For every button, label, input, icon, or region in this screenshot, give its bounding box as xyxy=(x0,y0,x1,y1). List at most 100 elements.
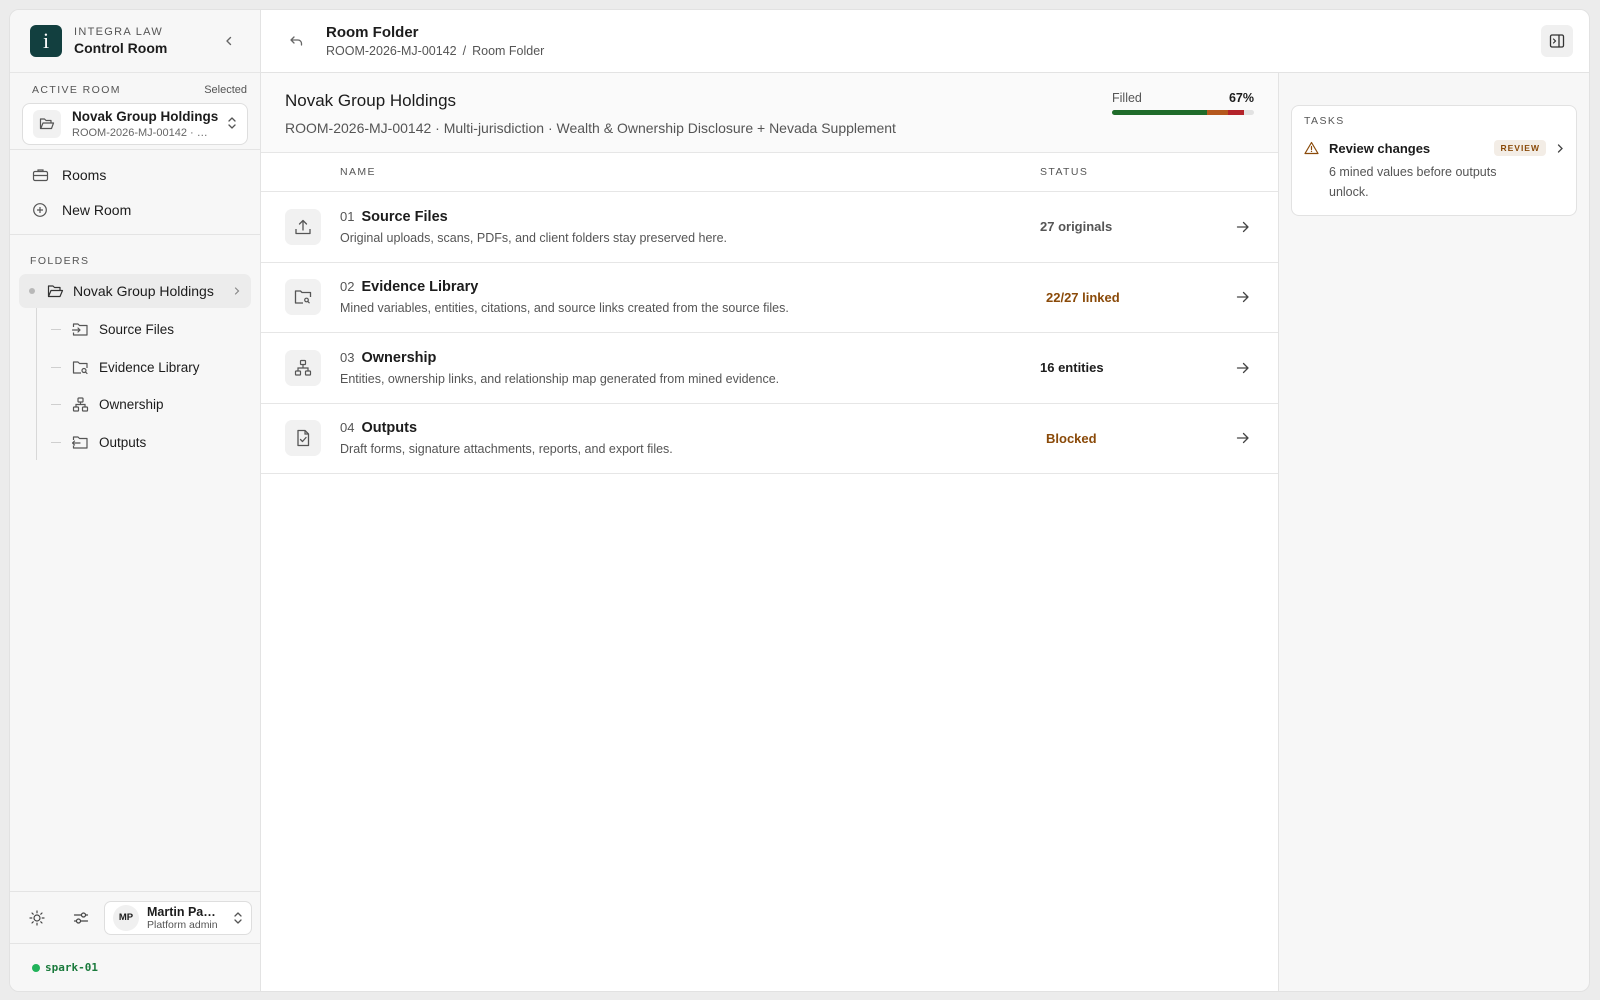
table-row[interactable]: 04 Outputs Draft forms, signature attach… xyxy=(261,404,1278,474)
fill-label: Filled xyxy=(1112,91,1142,105)
arrow-right-icon[interactable] xyxy=(1236,220,1250,234)
fill-segment-red xyxy=(1228,110,1245,115)
nav-new-room[interactable]: New Room xyxy=(22,192,248,227)
sliders-icon xyxy=(73,911,89,924)
row-name: Source Files xyxy=(361,208,448,225)
user-row: MP Martin Pagnotta Platform admin xyxy=(10,891,260,943)
active-room-id: ROOM-2026-MJ-00142 · Multi-jurisdiction xyxy=(72,127,210,139)
folder-root-item[interactable]: Novak Group Holdings xyxy=(19,274,251,308)
active-room-selector[interactable]: Novak Group Holdings ROOM-2026-MJ-00142 … xyxy=(22,103,248,145)
row-description: Original uploads, scans, PDFs, and clien… xyxy=(340,230,727,245)
row-text: 02 Evidence Library Mined variables, ent… xyxy=(340,279,1040,315)
table-row[interactable]: 01 Source Files Original uploads, scans,… xyxy=(261,192,1278,263)
sidebar-footer: MP Martin Pagnotta Platform admin spark-… xyxy=(10,891,260,991)
folder-root-dot xyxy=(29,288,35,294)
sun-icon xyxy=(29,909,45,926)
user-name: Martin Pagnotta xyxy=(147,904,223,919)
undo-arrow-icon xyxy=(290,36,303,46)
folder-item-evidence-library[interactable]: Evidence Library xyxy=(36,349,260,387)
task-description: 6 mined values before outputs unlock. xyxy=(1329,165,1497,199)
folder-item-outputs[interactable]: Outputs xyxy=(36,424,260,462)
nav-rooms[interactable]: Rooms xyxy=(22,157,248,192)
folders-section: FOLDERS xyxy=(10,235,260,267)
chevron-left-icon xyxy=(226,36,232,46)
settings-button[interactable] xyxy=(70,907,92,929)
brand-org: INTEGRA LAW xyxy=(74,26,164,38)
tree-connector xyxy=(51,366,61,368)
arrow-right-icon[interactable] xyxy=(1236,290,1250,304)
upload-icon xyxy=(285,208,321,245)
column-status-header: STATUS xyxy=(1040,166,1089,178)
folder-title: Novak Group Holdings xyxy=(285,91,457,110)
fill-segment-orange xyxy=(1207,110,1229,115)
breadcrumb-page: Room Folder xyxy=(472,44,545,58)
folder-panel: Novak Group Holdings ROOM-2026-MJ-00142 … xyxy=(261,73,1279,991)
tree-connector xyxy=(51,404,61,406)
row-description: Mined variables, entities, citations, an… xyxy=(340,301,789,316)
brand-name: Control Room xyxy=(74,40,168,56)
row-title: 02 Evidence Library xyxy=(340,279,1040,295)
folder-header-text: Novak Group Holdings ROOM-2026-MJ-00142 … xyxy=(285,91,1112,152)
folder-output-icon xyxy=(72,435,89,450)
folder-subtitle: ROOM-2026-MJ-00142 · Multi-jurisdiction … xyxy=(285,120,896,136)
theme-toggle-button[interactable] xyxy=(26,907,48,929)
environment-indicator: spark-01 xyxy=(10,943,260,991)
fill-percent: 67% xyxy=(1228,91,1254,105)
row-description: Entities, ownership links, and relations… xyxy=(340,371,780,386)
folder-item-label: Outputs xyxy=(99,434,147,450)
folder-search-icon xyxy=(285,279,321,316)
breadcrumb-room[interactable]: ROOM-2026-MJ-00142 xyxy=(326,44,457,58)
brand-logo: i xyxy=(30,25,62,57)
row-status: Blocked xyxy=(1046,430,1097,446)
folder-item-ownership[interactable]: Ownership xyxy=(36,386,260,424)
row-name: Ownership xyxy=(361,349,437,366)
chevron-right-icon xyxy=(1556,143,1564,154)
fill-segment-green xyxy=(1112,110,1208,115)
table-header: NAME STATUS xyxy=(261,153,1278,192)
row-title: 01 Source Files xyxy=(340,209,1040,225)
folder-header: Novak Group Holdings ROOM-2026-MJ-00142 … xyxy=(261,73,1278,153)
row-name: Evidence Library xyxy=(361,279,479,296)
row-name: Outputs xyxy=(361,420,418,437)
active-room-text: Novak Group Holdings ROOM-2026-MJ-00142 … xyxy=(72,109,227,139)
sidebar: i INTEGRA LAW Control Room ACTIVE ROOM S… xyxy=(10,10,261,991)
fill-progress-bar xyxy=(1112,110,1254,115)
user-menu[interactable]: MP Martin Pagnotta Platform admin xyxy=(104,900,252,935)
page-title: Room Folder xyxy=(326,24,419,41)
selected-text: Selected xyxy=(204,84,247,96)
table-row[interactable]: 02 Evidence Library Mined variables, ent… xyxy=(261,263,1278,333)
breadcrumb-separator: / xyxy=(462,44,467,58)
fill-progress: Filled 67% xyxy=(1112,91,1254,152)
table-row[interactable]: 03 Ownership Entities, ownership links, … xyxy=(261,333,1278,404)
task-header: Review changes REVIEW xyxy=(1329,140,1564,156)
user-role: Platform admin xyxy=(147,918,218,931)
collapse-sidebar-button[interactable] xyxy=(218,30,240,52)
folder-open-icon xyxy=(33,110,61,138)
active-room-name: Novak Group Holdings xyxy=(72,109,219,124)
row-text: 03 Ownership Entities, ownership links, … xyxy=(340,350,1040,386)
task-body: Review changes REVIEW 6 mined values bef… xyxy=(1329,140,1564,202)
row-status: 22/27 linked xyxy=(1046,289,1120,305)
back-button[interactable] xyxy=(289,34,309,48)
env-status-dot xyxy=(32,963,40,972)
column-name-header: NAME xyxy=(340,166,376,178)
folder-item-label: Source Files xyxy=(99,322,175,338)
arrow-right-icon[interactable] xyxy=(1236,431,1250,445)
nav-new-room-label: New Room xyxy=(62,201,132,218)
arrow-right-icon[interactable] xyxy=(1236,361,1250,375)
active-room-header: ACTIVE ROOM Selected xyxy=(10,73,260,96)
row-title: 03 Ownership xyxy=(340,350,1040,366)
tree-connector xyxy=(51,441,61,443)
folder-item-source-files[interactable]: Source Files xyxy=(36,311,260,349)
folder-item-label: Ownership xyxy=(99,397,164,413)
nav-rooms-label: Rooms xyxy=(62,166,107,183)
folder-item-label: Evidence Library xyxy=(99,359,200,375)
toggle-right-panel-button[interactable] xyxy=(1541,25,1573,57)
row-status: 27 originals xyxy=(1040,219,1113,235)
folder-subtree: Source Files Evidence Library Ownership xyxy=(36,308,260,461)
row-title: 04 Outputs xyxy=(340,420,1040,436)
task-item[interactable]: Review changes REVIEW 6 mined values bef… xyxy=(1304,140,1564,202)
row-text: 01 Source Files Original uploads, scans,… xyxy=(340,209,1040,245)
row-number: 02 xyxy=(340,279,355,295)
avatar: MP xyxy=(113,904,139,931)
